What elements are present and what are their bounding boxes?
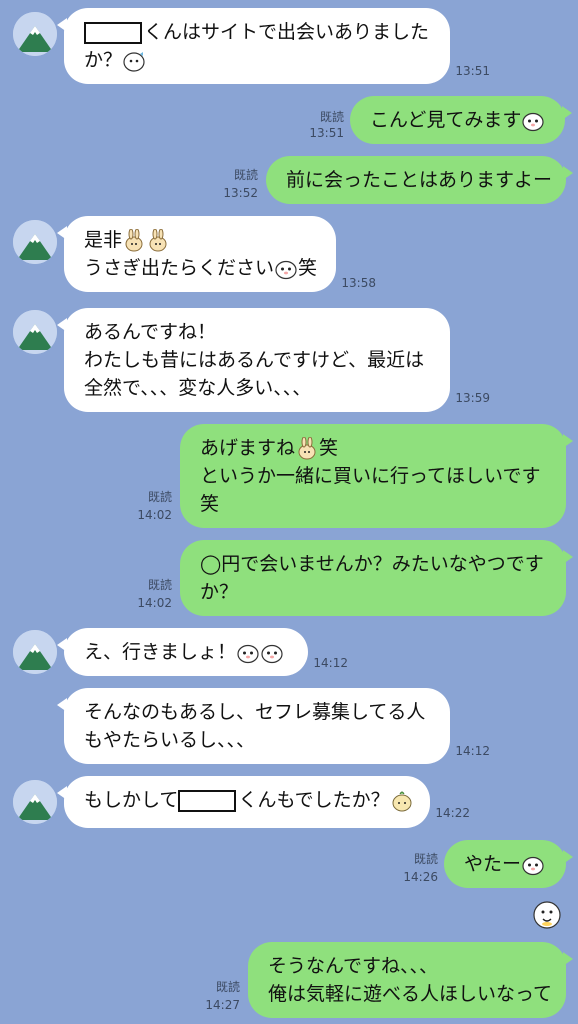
message-text: あげますね	[200, 437, 296, 459]
message-bubble[interactable]: こんど見てみます	[350, 96, 572, 144]
message-time: 13:51	[455, 64, 490, 78]
reaction-emoji-icon[interactable]	[532, 900, 562, 930]
message-bubble[interactable]: 是非 うさぎ出たらください 笑	[57, 216, 336, 292]
message-time: 14:12	[313, 656, 348, 670]
message-text: え、行きましょ！	[84, 641, 237, 663]
message-text: か？	[200, 581, 239, 603]
message-text: くんもでしたか？	[238, 789, 390, 811]
message-text: うさぎ出たらください	[84, 257, 275, 279]
bear-face-sticker-icon	[236, 641, 260, 665]
read-status: 既読	[319, 110, 344, 124]
message-text: というか一緒に買いに行ってほしいです	[200, 465, 541, 487]
message-text: 笑	[319, 437, 339, 459]
read-status: 既読	[233, 168, 258, 182]
message-bubble[interactable]: あげますね笑 というか一緒に買いに行ってほしいです 笑	[180, 424, 573, 528]
read-status: 既読	[413, 852, 438, 866]
rabbit-sticker-icon	[122, 228, 146, 253]
message-text: くんはサイトで出会いありました	[144, 21, 430, 43]
message-time: 14:02	[137, 508, 172, 522]
message-time: 14:22	[435, 806, 470, 820]
message-bubble[interactable]: ◯円で会いませんか？みたいなやつです か？	[180, 540, 573, 616]
read-status: 既読	[147, 490, 172, 504]
message-time: 14:26	[403, 870, 438, 884]
message-text: 是非	[84, 229, 123, 251]
bear-face-sticker-icon	[521, 109, 545, 133]
bear-face-sticker-icon	[260, 641, 284, 665]
chiikawa-sticker-icon	[122, 49, 146, 73]
message-time: 14:02	[137, 596, 172, 610]
message-text: もやたらいるし、、、	[84, 729, 256, 751]
message-text: もしかして	[84, 789, 179, 811]
message-text: こんど見てみます	[370, 109, 522, 131]
message-text: わたしも昔にはあるんですけど、最近は	[84, 349, 425, 371]
rabbit-sticker-icon	[146, 228, 170, 253]
message-bubble[interactable]: 前に会ったことはありますよー	[266, 156, 573, 204]
read-status: 既読	[147, 578, 172, 592]
message-text: そうなんですね、、、	[268, 955, 439, 977]
message-text: やたー	[464, 853, 522, 875]
message-time: 14:27	[205, 998, 240, 1012]
message-text: あるんですね！	[84, 321, 217, 343]
message-text: 全然で、、、変な人多い、、、	[84, 377, 312, 399]
message-text: そんなのもあるし、セフレ募集してる人	[84, 701, 426, 723]
message-text: 俺は気軽に遊べる人ほしいなって	[268, 983, 553, 1005]
message-text: 笑	[200, 493, 220, 515]
contact-avatar[interactable]	[13, 12, 57, 56]
message-bubble[interactable]: そんなのもあるし、セフレ募集してる人 もやたらいるし、、、	[57, 688, 450, 764]
character-sticker-icon	[390, 789, 414, 813]
message-text: 前に会ったことはありますよー	[286, 169, 553, 191]
message-bubble[interactable]: くんはサイトで出会いありました か？	[57, 8, 450, 84]
message-text: 笑	[298, 257, 318, 279]
message-bubble[interactable]: え、行きましょ！	[57, 628, 308, 676]
contact-avatar[interactable]	[13, 220, 57, 264]
message-text: か？	[84, 49, 123, 71]
contact-avatar[interactable]	[13, 780, 57, 824]
message-time: 13:52	[223, 186, 258, 200]
message-text: ◯円で会いませんか？みたいなやつです	[200, 553, 544, 575]
message-bubble[interactable]: そうなんですね、、、 俺は気軽に遊べる人ほしいなって	[248, 942, 573, 1018]
contact-avatar[interactable]	[13, 630, 57, 674]
message-time: 13:58	[341, 276, 376, 290]
bear-face-sticker-icon	[274, 257, 298, 281]
message-bubble[interactable]: あるんですね！ わたしも昔にはあるんですけど、最近は 全然で、、、変な人多い、、…	[57, 308, 450, 412]
redacted-name-box	[84, 21, 142, 44]
message-time: 13:51	[309, 126, 344, 140]
bear-face-sticker-icon	[521, 853, 545, 877]
read-status: 既読	[215, 980, 240, 994]
rabbit-sticker-icon	[295, 436, 319, 461]
redacted-name-box	[178, 789, 237, 812]
message-time: 14:12	[455, 744, 490, 758]
message-bubble[interactable]: もしかして くんもでしたか？	[57, 776, 430, 828]
message-bubble[interactable]: やたー	[444, 840, 573, 888]
contact-avatar[interactable]	[13, 310, 57, 354]
message-time: 13:59	[455, 391, 490, 405]
